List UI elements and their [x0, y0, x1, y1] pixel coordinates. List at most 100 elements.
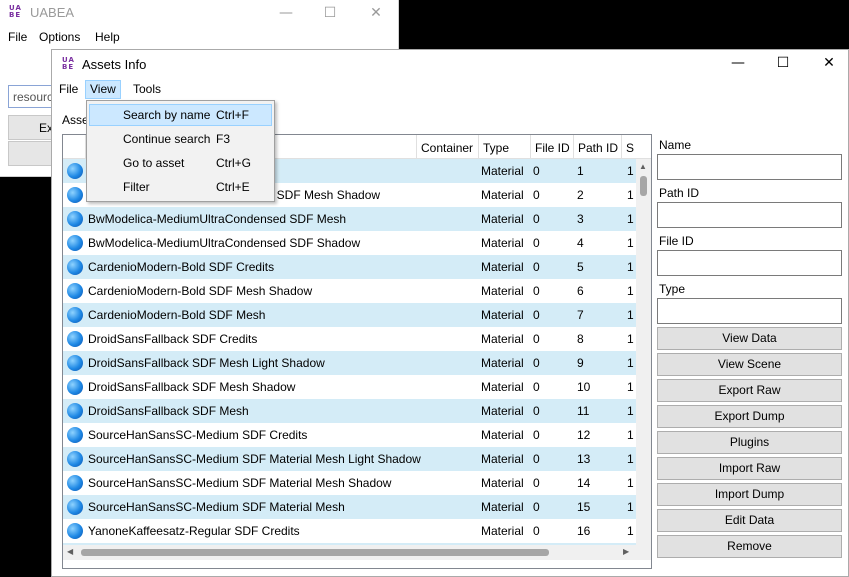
scroll-right-icon[interactable]: ▶	[623, 547, 629, 556]
import-dump-button[interactable]: Import Dump	[657, 483, 842, 506]
table-row[interactable]: SourceHanSansSC-Medium SDF Material Mesh…	[63, 495, 636, 519]
asset-sphere-icon	[67, 211, 83, 227]
type-label: Type	[659, 282, 686, 296]
menu-view[interactable]: View	[85, 80, 121, 99]
cell-type: Material	[481, 308, 524, 322]
cell-file-id: 0	[533, 452, 540, 466]
path-id-field[interactable]	[657, 202, 842, 228]
cell-name: DroidSansFallback SDF Credits	[88, 332, 258, 346]
cell-file-id: 0	[533, 404, 540, 418]
table-row[interactable]: SourceHanSansSC-Medium SDF Material Mesh…	[63, 471, 636, 495]
cell-type: Material	[481, 260, 524, 274]
cell-type: Material	[481, 236, 524, 250]
cell-path-id: 10	[577, 380, 591, 394]
table-row[interactable]: YanoneKaffeesatz-Regular SDF Credits Mate…	[63, 519, 636, 543]
plugins-button[interactable]: Plugins	[657, 431, 842, 454]
table-row[interactable]: BwModelica-MediumUltraCondensed SDF Shad…	[63, 231, 636, 255]
edit-data-button[interactable]: Edit Data	[657, 509, 842, 532]
table-row[interactable]: DroidSansFallback SDF Credits Material 0 8 1	[63, 327, 636, 351]
maximize-icon[interactable]: ☐	[307, 0, 353, 28]
remove-button[interactable]: Remove	[657, 535, 842, 558]
table-row[interactable]: DroidSansFallback SDF Mesh Material 0 11 1	[63, 399, 636, 423]
cell-size: 1	[627, 476, 634, 490]
cell-size: 1	[627, 428, 634, 442]
export-dump-button[interactable]: Export Dump	[657, 405, 842, 428]
cell-name: BwModelica-MediumUltraCondensed SDF Mesh	[88, 212, 347, 226]
cell-name: SourceHanSansSC-Medium SDF Credits	[88, 428, 308, 442]
asset-sphere-icon	[67, 235, 83, 251]
table-row[interactable]: DroidSansFallback SDF Mesh Shadow Materia…	[63, 375, 636, 399]
uabea-logo-icon: UA BE	[9, 4, 22, 19]
column-header-container[interactable]: Container	[416, 135, 478, 159]
vertical-scrollbar[interactable]: ▲	[636, 159, 651, 545]
menu-item-filter[interactable]: Filter Ctrl+E	[89, 176, 272, 198]
file-id-field[interactable]	[657, 250, 842, 276]
table-row[interactable]: DroidSansFallback SDF Mesh Light Shadow M…	[63, 351, 636, 375]
column-header-path-id[interactable]: Path ID	[573, 135, 621, 159]
scroll-left-icon[interactable]: ◀	[67, 547, 73, 556]
horizontal-scroll-thumb[interactable]	[81, 549, 549, 556]
cell-name: ed SDF Mesh Shadow	[260, 188, 381, 202]
menu-options[interactable]: Options	[39, 30, 80, 44]
menu-file[interactable]: File	[8, 30, 27, 44]
cell-path-id: 1	[577, 164, 584, 178]
view-menu-dropdown: Search by name Ctrl+F Continue search F3…	[86, 100, 275, 202]
table-row[interactable]: SourceHanSansSC-Medium SDF Material Mesh…	[63, 447, 636, 471]
cell-file-id: 0	[533, 476, 540, 490]
path-id-label: Path ID	[659, 186, 700, 200]
menu-item-label: Filter	[123, 180, 150, 194]
column-header-size[interactable]: S	[621, 135, 651, 159]
name-field[interactable]	[657, 154, 842, 180]
cell-path-id: 15	[577, 500, 591, 514]
column-header-icon[interactable]	[63, 135, 85, 159]
cell-size: 1	[627, 380, 634, 394]
export-raw-button[interactable]: Export Raw	[657, 379, 842, 402]
menu-help[interactable]: Help	[95, 30, 120, 44]
column-header-file-id[interactable]: File ID	[530, 135, 573, 159]
menu-item-search-by-name[interactable]: Search by name Ctrl+F	[89, 104, 272, 126]
cell-type: Material	[481, 332, 524, 346]
menu-file[interactable]: File	[54, 80, 83, 99]
view-data-button[interactable]: View Data	[657, 327, 842, 350]
view-scene-button[interactable]: View Scene	[657, 353, 842, 376]
type-field[interactable]	[657, 298, 842, 324]
table-row[interactable]: CardenioModern-Bold SDF Mesh Shadow Mater…	[63, 279, 636, 303]
table-row[interactable]: CardenioModern-Bold SDF Mesh Material 0 7 1	[63, 303, 636, 327]
cell-name: DroidSansFallback SDF Mesh Light Shadow	[88, 356, 325, 370]
vertical-scroll-thumb[interactable]	[640, 176, 647, 196]
maximize-icon[interactable]: ☐	[760, 50, 806, 78]
menu-item-shortcut: Ctrl+E	[216, 180, 250, 194]
cell-name: CardenioModern-Bold SDF Mesh Shadow	[88, 284, 313, 298]
cell-file-id: 0	[533, 500, 540, 514]
cell-path-id: 16	[577, 524, 591, 538]
cell-name: SourceHanSansSC-Medium SDF Material Mesh…	[88, 452, 421, 466]
table-row[interactable]: CardenioModern-Bold SDF Credits Material 0…	[63, 255, 636, 279]
asset-sphere-icon	[67, 379, 83, 395]
cell-size: 1	[627, 284, 634, 298]
cell-file-id: 0	[533, 284, 540, 298]
asset-sphere-icon	[67, 499, 83, 515]
minimize-icon[interactable]: —	[715, 50, 761, 78]
menu-tools[interactable]: Tools	[128, 80, 166, 99]
horizontal-scrollbar[interactable]: ◀ ▶	[63, 545, 636, 560]
cell-type: Material	[481, 212, 524, 226]
cell-file-id: 0	[533, 212, 540, 226]
import-raw-button[interactable]: Import Raw	[657, 457, 842, 480]
cell-size: 1	[627, 524, 634, 538]
cell-type: Material	[481, 284, 524, 298]
column-header-type[interactable]: Type	[478, 135, 530, 159]
close-icon[interactable]: ✕	[806, 50, 849, 78]
minimize-icon[interactable]: —	[263, 0, 309, 28]
menu-item-continue-search[interactable]: Continue search F3	[89, 128, 272, 150]
asset-sphere-icon	[67, 403, 83, 419]
close-icon[interactable]: ✕	[353, 0, 399, 28]
menu-item-go-to-asset[interactable]: Go to asset Ctrl+G	[89, 152, 272, 174]
table-body: Material 0 1 1 ed SDF Mesh Shadow Material 0 2…	[63, 159, 636, 545]
asset-sphere-icon	[67, 427, 83, 443]
asset-sphere-icon	[67, 259, 83, 275]
asset-sphere-icon	[67, 451, 83, 467]
cell-path-id: 13	[577, 452, 591, 466]
table-row[interactable]: BwModelica-MediumUltraCondensed SDF Mesh…	[63, 207, 636, 231]
scroll-up-icon[interactable]: ▲	[639, 162, 647, 171]
table-row[interactable]: SourceHanSansSC-Medium SDF Credits Materi…	[63, 423, 636, 447]
